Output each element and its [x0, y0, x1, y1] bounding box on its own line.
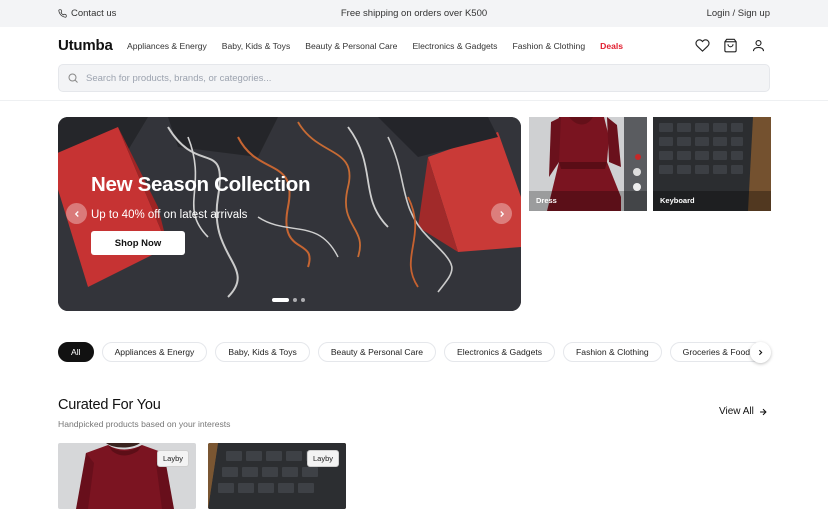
hero-title: New Season Collection — [91, 173, 311, 196]
tile-label-dress: Dress — [536, 196, 557, 205]
carousel-dot-1[interactable] — [272, 298, 289, 302]
nav-item-fashion[interactable]: Fashion & Clothing — [512, 41, 585, 51]
category-pill-appliances[interactable]: Appliances & Energy — [101, 342, 208, 362]
nav-item-electronics[interactable]: Electronics & Gadgets — [412, 41, 497, 51]
shipping-banner: Free shipping on orders over K500 — [340, 8, 488, 19]
main-nav: Appliances & Energy Baby, Kids & Toys Be… — [127, 41, 623, 51]
carousel-dots — [272, 298, 305, 302]
header-actions — [695, 38, 766, 53]
category-scroll-next-button[interactable] — [750, 342, 771, 363]
search-icon — [68, 73, 78, 83]
nav-item-deals[interactable]: Deals — [600, 41, 623, 51]
category-pill-electronics[interactable]: Electronics & Gadgets — [444, 342, 556, 362]
header-divider — [0, 100, 828, 101]
search-bar — [58, 64, 770, 92]
layby-badge: Layby — [306, 450, 339, 467]
tile-label-keyboard: Keyboard — [660, 196, 695, 205]
promo-tile-keyboard[interactable]: Keyboard — [653, 117, 771, 211]
heart-icon[interactable] — [695, 38, 710, 53]
shop-now-button[interactable]: Shop Now — [91, 231, 185, 255]
nav-item-beauty[interactable]: Beauty & Personal Care — [305, 41, 397, 51]
category-pill-baby-kids[interactable]: Baby, Kids & Toys — [215, 342, 310, 362]
arrow-right-icon — [759, 408, 767, 415]
category-pill-beauty[interactable]: Beauty & Personal Care — [317, 342, 437, 362]
promo-tile-dress[interactable]: Dress — [529, 117, 647, 211]
carousel-next-button[interactable] — [491, 203, 512, 224]
curated-subtitle: Handpicked products based on your intere… — [58, 419, 231, 429]
hero-subtitle: Up to 40% off on latest arrivals — [91, 209, 248, 221]
product-card-dress[interactable]: Layby — [58, 443, 196, 509]
curated-title: Curated For You — [58, 397, 161, 413]
chevron-right-icon — [758, 349, 763, 356]
nav-item-baby-kids[interactable]: Baby, Kids & Toys — [222, 41, 290, 51]
view-all-link[interactable]: View All — [719, 406, 768, 417]
chevron-right-icon — [499, 210, 504, 217]
view-all-label: View All — [719, 406, 754, 417]
top-bar: Contact us Free shipping on orders over … — [0, 0, 828, 27]
carousel-dot-2[interactable] — [293, 298, 297, 302]
nav-item-appliances[interactable]: Appliances & Energy — [127, 41, 207, 51]
category-pill-all[interactable]: All — [58, 342, 94, 362]
search-input[interactable] — [86, 70, 746, 87]
user-icon[interactable] — [751, 38, 766, 53]
site-logo[interactable]: Utumba — [58, 37, 113, 54]
category-pills: All Appliances & Energy Baby, Kids & Toy… — [58, 342, 764, 362]
product-card-keyboard[interactable]: Layby — [208, 443, 346, 509]
chevron-left-icon — [74, 210, 79, 217]
login-signup-link[interactable]: Login / Sign up — [707, 8, 770, 19]
cart-icon[interactable] — [723, 38, 738, 53]
layby-badge: Layby — [156, 450, 189, 467]
carousel-dot-3[interactable] — [301, 298, 305, 302]
carousel-prev-button[interactable] — [66, 203, 87, 224]
category-pill-fashion[interactable]: Fashion & Clothing — [563, 342, 662, 362]
hero-banner: New Season Collection Up to 40% off on l… — [58, 117, 521, 311]
